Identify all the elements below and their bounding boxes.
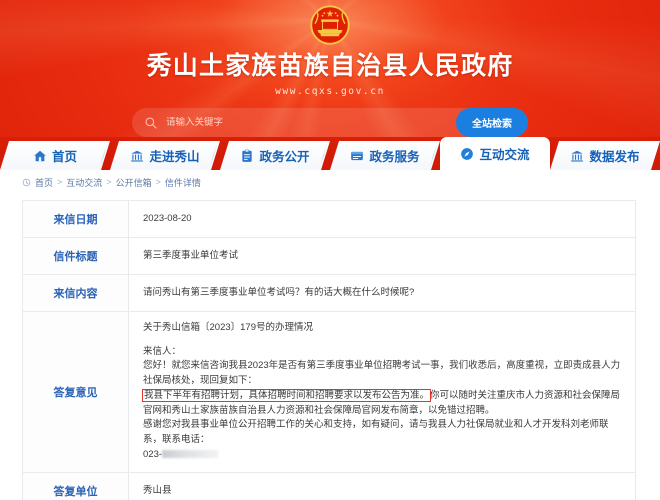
breadcrumb-item-interaction[interactable]: 互动交流 — [66, 176, 102, 189]
reply-highlighted-text: 我县下半年有招聘计划，具体招聘时间和招聘要求以发布公告为准。 — [144, 389, 430, 401]
reply-paragraph-3-text: 感谢您对我县事业单位公开招聘工作的关心和支持，如有疑问，请与我县人力社保局就业和… — [143, 419, 609, 446]
row-label-letter-date: 来信日期 — [22, 200, 129, 238]
phone-prefix: 023- — [143, 448, 163, 460]
row-label-letter-content: 来信内容 — [22, 274, 129, 312]
window-icon — [350, 149, 364, 163]
site-search: 全站检索 — [132, 108, 528, 137]
breadcrumb-separator: > — [106, 177, 112, 187]
table-row: 来信日期 2023-08-20 — [22, 200, 636, 238]
reply-paragraph-2: 我县下半年有招聘计划，具体招聘时间和招聘要求以发布公告为准。你可以随时关注重庆市… — [143, 389, 621, 418]
search-submit-button[interactable]: 全站检索 — [456, 108, 528, 137]
row-value-reply-content: 关于秀山信箱〔2023〕179号的办理情况 来信人： 您好！就您来信咨询我县20… — [128, 310, 636, 474]
breadcrumb-item-letter-detail[interactable]: 信件详情 — [165, 176, 201, 189]
redacted-phone-number — [162, 449, 219, 458]
nav-item-data-release[interactable]: 数据发布 — [550, 141, 660, 170]
table-row: 来信内容 请问秀山有第三季度事业单位考试吗？有的话大概在什么时候呢? — [22, 274, 636, 312]
nav-label: 数据发布 — [589, 149, 640, 164]
reply-contact-phone: 023- — [143, 448, 621, 463]
letter-detail-table: 来信日期 2023-08-20 信件标题 第三季度事业单位考试 来信内容 请问秀… — [22, 200, 636, 500]
breadcrumb-item-public-mailbox[interactable]: 公开信箱 — [116, 176, 152, 189]
home-icon — [33, 149, 47, 163]
reply-spacer — [143, 336, 621, 345]
bank-icon — [570, 149, 584, 163]
clipboard-icon — [240, 149, 254, 163]
nav-item-about-xiushan[interactable]: 走进秀山 — [110, 141, 220, 170]
nav-label: 首页 — [51, 149, 77, 164]
table-row: 信件标题 第三季度事业单位考试 — [22, 237, 636, 275]
location-icon — [22, 178, 31, 186]
nav-item-government-affairs-disclosure[interactable]: 政务公开 — [220, 141, 330, 170]
breadcrumb-separator: > — [155, 177, 161, 187]
search-input[interactable] — [158, 117, 456, 128]
nav-item-government-services[interactable]: 政务服务 — [330, 141, 440, 170]
bank-icon — [130, 149, 144, 163]
row-value-letter-date: 2023-08-20 — [128, 200, 636, 238]
nav-item-interaction[interactable]: 互动交流 — [440, 137, 550, 170]
reply-paragraph-1: 您好！就您来信咨询我县2023年是否有第三季度事业单位招聘考试一事，我们收悉后，… — [143, 360, 621, 387]
breadcrumb: 首页 > 互动交流 > 公开信箱 > 信件详情 — [0, 170, 660, 194]
breadcrumb-separator: > — [57, 177, 63, 187]
table-row: 答复意见 关于秀山信箱〔2023〕179号的办理情况 来信人： 您好！就您来信咨… — [22, 310, 636, 474]
main-navigation: 首页 走进秀山 政务公开 政务服务 互动交流 数据发布 — [0, 137, 660, 170]
nav-label: 走进秀山 — [149, 149, 200, 164]
row-value-letter-title: 第三季度事业单位考试 — [128, 237, 636, 275]
reply-paragraph-3: 感谢您对我县事业单位公开招聘工作的关心和支持，如有疑问，请与我县人力社保局就业和… — [143, 418, 621, 447]
nav-label: 互动交流 — [479, 147, 530, 162]
row-label-reply-content: 答复意见 — [22, 310, 129, 474]
row-value-reply-unit: 秀山县 — [128, 472, 636, 500]
row-label-reply-unit: 答复单位 — [22, 472, 129, 500]
site-title: 秀山土家族苗族自治县人民政府 — [146, 51, 514, 80]
reply-heading: 关于秀山信箱〔2023〕179号的办理情况 — [143, 322, 313, 333]
search-icon[interactable] — [144, 116, 158, 130]
breadcrumb-item-home[interactable]: 首页 — [35, 176, 53, 189]
national-emblem-icon — [310, 5, 350, 45]
nav-label: 政务公开 — [259, 149, 310, 164]
site-header-banner: 秀山土家族苗族自治县人民政府 www.cqxs.gov.cn 全站检索 — [0, 0, 660, 137]
nav-label: 政务服务 — [369, 149, 420, 164]
reply-salutation: 来信人： — [143, 345, 182, 357]
table-row: 答复单位 秀山县 — [22, 472, 636, 500]
site-url: www.cqxs.gov.cn — [275, 86, 385, 97]
nav-item-home[interactable]: 首页 — [0, 141, 110, 170]
letter-detail-section: 来信日期 2023-08-20 信件标题 第三季度事业单位考试 来信内容 请问秀… — [0, 194, 660, 500]
row-value-letter-content: 请问秀山有第三季度事业单位考试吗？有的话大概在什么时候呢? — [128, 274, 636, 312]
row-label-letter-title: 信件标题 — [22, 237, 129, 275]
compass-icon — [461, 147, 474, 160]
